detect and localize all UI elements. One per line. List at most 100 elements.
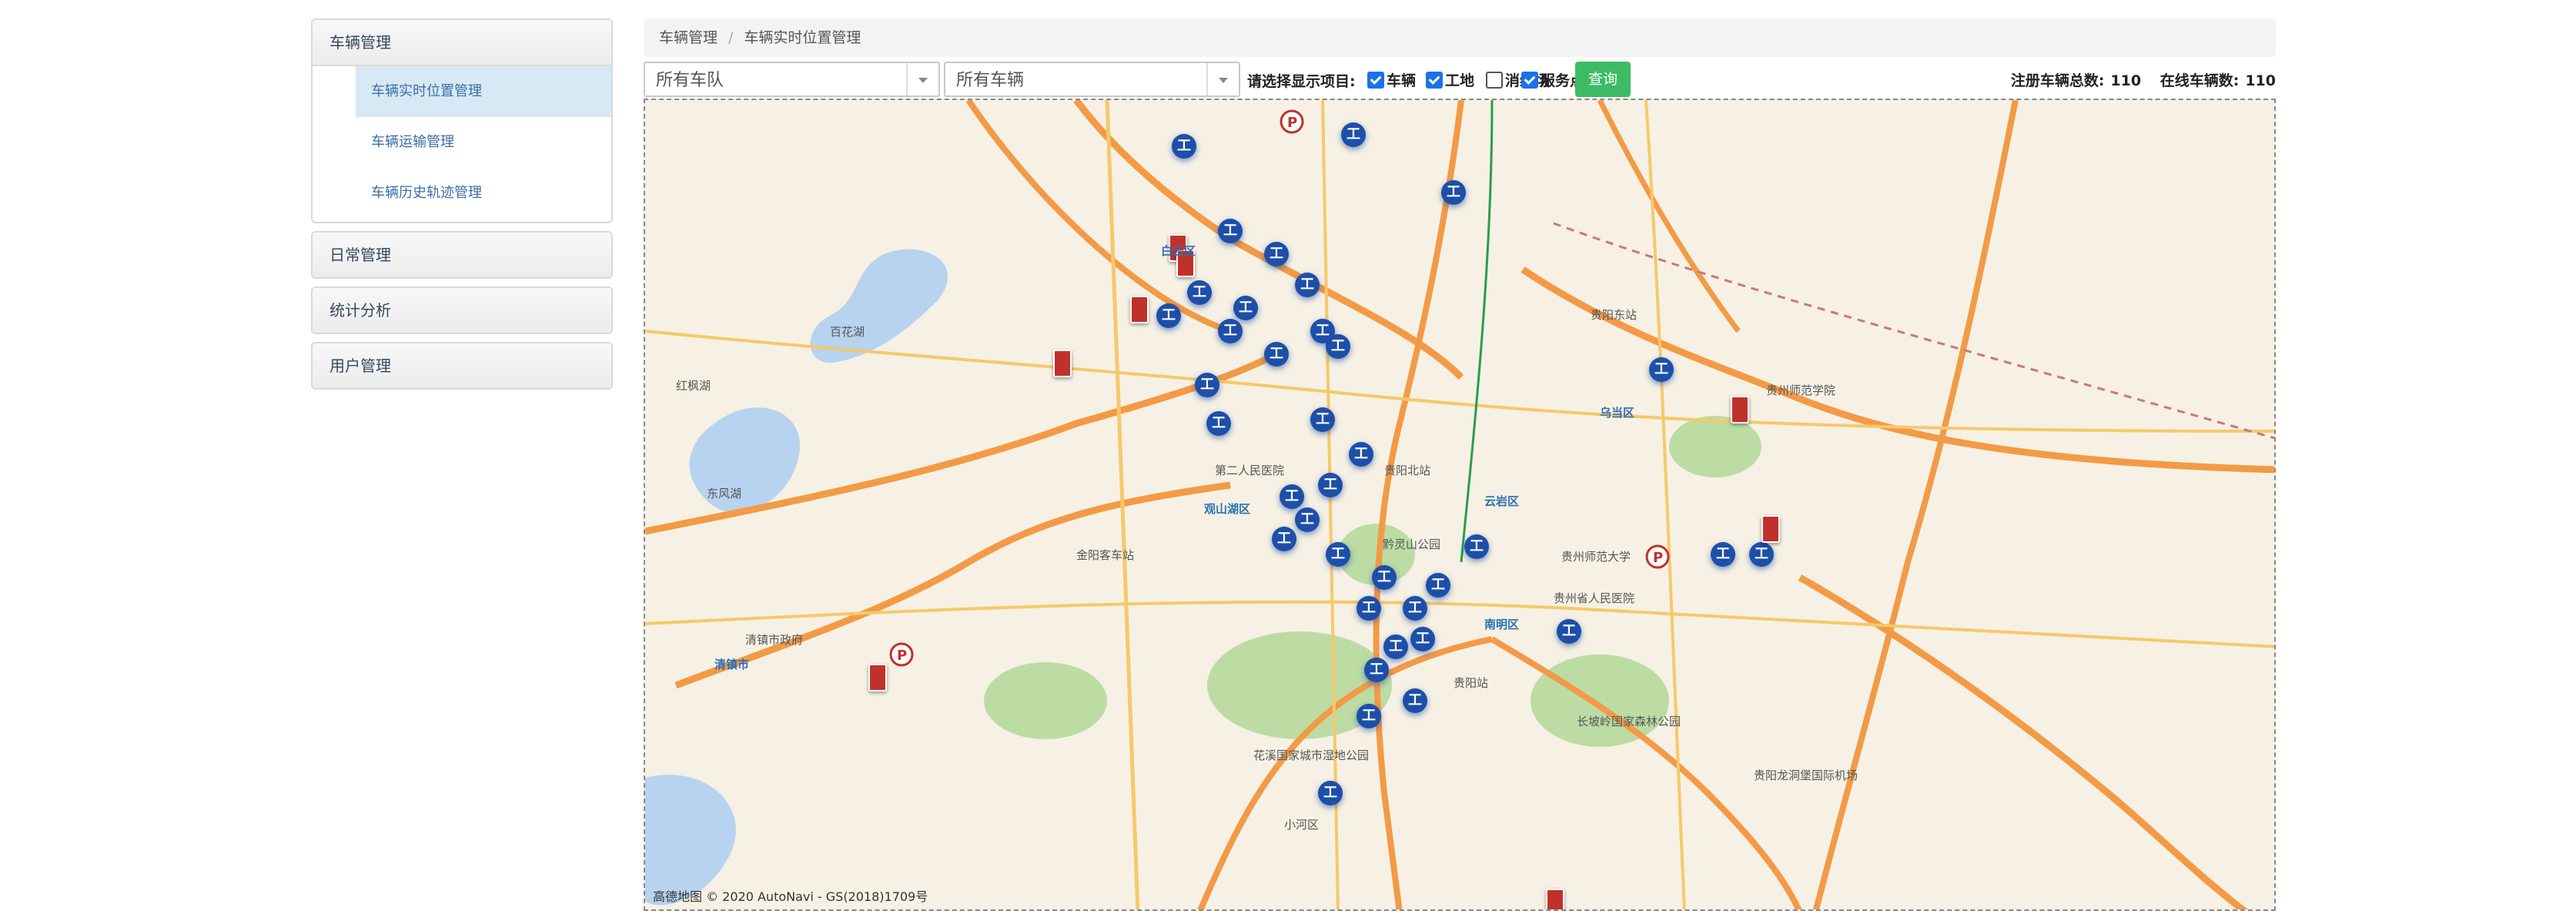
worksite-marker[interactable]: 工 xyxy=(1233,296,1258,320)
worksite-marker[interactable]: 工 xyxy=(1557,619,1581,644)
map-label: 贵阳北站 xyxy=(1384,464,1431,477)
panel-daily-management: 日常管理 xyxy=(311,231,613,279)
breadcrumb-current: 车辆实时位置管理 xyxy=(744,29,861,46)
worksite-marker[interactable]: 工 xyxy=(1172,134,1196,159)
checkbox-checked-icon[interactable] xyxy=(1367,71,1384,89)
map-label: 云岩区 xyxy=(1484,494,1520,508)
worksite-marker[interactable]: 工 xyxy=(1156,303,1181,328)
svg-text:P: P xyxy=(897,648,907,664)
vehicle-select-value: 所有车辆 xyxy=(956,71,1025,90)
worksite-marker[interactable]: 工 xyxy=(1326,334,1350,359)
worksite-marker[interactable]: 工 xyxy=(1357,596,1381,621)
worksite-marker[interactable]: 工 xyxy=(1310,407,1335,432)
checkbox-unchecked-icon[interactable] xyxy=(1486,71,1503,89)
checkbox-vehicle[interactable]: 车辆 xyxy=(1367,69,1416,90)
vehicle-marker[interactable] xyxy=(1731,396,1749,424)
panel-vehicle-management: 车辆管理 车辆实时位置管理 车辆运输管理 车辆历史轨迹管理 xyxy=(311,18,613,223)
worksite-marker[interactable]: 工 xyxy=(1295,273,1320,297)
map-label: 贵州省人民医院 xyxy=(1554,591,1635,605)
worksite-marker[interactable]: 工 xyxy=(1364,658,1389,682)
vehicle-marker[interactable] xyxy=(1546,889,1564,909)
map-label: 清镇市政府 xyxy=(745,633,804,647)
map-copyright: 高德地图 © 2020 AutoNavi - GS(2018)1709号 xyxy=(653,889,928,904)
worksite-marker[interactable]: 工 xyxy=(1403,688,1427,713)
breadcrumb-root[interactable]: 车辆管理 xyxy=(659,29,718,46)
sidebar-item-realtime-location[interactable]: 车辆实时位置管理 xyxy=(356,66,611,117)
panel-user-management: 用户管理 xyxy=(311,342,613,390)
sidebar: 车辆管理 车辆实时位置管理 车辆运输管理 车辆历史轨迹管理 日常管理 统计分析 … xyxy=(311,18,613,397)
vehicle-marker[interactable] xyxy=(1130,296,1149,323)
map-label: 贵阳龙洞堡国际机场 xyxy=(1754,768,1858,782)
worksite-marker[interactable]: 工 xyxy=(1649,357,1674,382)
map-label: 乌当区 xyxy=(1600,406,1635,420)
map-label: 贵阳东站 xyxy=(1591,308,1638,322)
map-label: 金阳客车站 xyxy=(1076,548,1135,562)
map-label: 白云区 xyxy=(1161,244,1196,258)
panel-head-daily-management[interactable]: 日常管理 xyxy=(313,233,611,277)
worksite-marker[interactable]: 工 xyxy=(1295,507,1320,532)
vehicle-marker[interactable] xyxy=(868,664,887,691)
toolbar: 所有车队 所有车辆 请选择显示项目: 车辆 工地 消纳场 服务点 查询 注册车辆… xyxy=(644,60,2276,100)
worksite-marker[interactable]: 工 xyxy=(1410,627,1435,651)
worksite-marker[interactable]: 工 xyxy=(1195,373,1219,397)
panel-statistics: 统计分析 xyxy=(311,286,613,334)
worksite-marker[interactable]: 工 xyxy=(1426,573,1450,598)
worksite-marker[interactable]: 工 xyxy=(1357,704,1381,728)
worksite-marker[interactable]: 工 xyxy=(1206,411,1231,436)
worksite-marker[interactable]: 工 xyxy=(1264,342,1289,367)
worksite-marker[interactable]: 工 xyxy=(1711,542,1735,567)
worksite-marker[interactable]: 工 xyxy=(1218,219,1243,243)
vehicle-marker[interactable] xyxy=(1053,350,1072,377)
map-label: 南明区 xyxy=(1484,618,1520,631)
worksite-marker[interactable]: 工 xyxy=(1326,542,1350,567)
map-base-layer: P P P xyxy=(645,100,2274,909)
panel-head-vehicle-management[interactable]: 车辆管理 xyxy=(313,20,611,66)
worksite-marker[interactable]: 工 xyxy=(1341,122,1366,147)
breadcrumb: 车辆管理 / 车辆实时位置管理 xyxy=(644,18,2276,57)
main-content: 车辆管理/车辆实时位置管理 所有车队 所有车辆 请选择显示项目: 车辆 工地 消… xyxy=(644,18,2276,100)
checkbox-checked-icon[interactable] xyxy=(1426,71,1443,89)
map-label: 百花湖 xyxy=(830,325,865,339)
worksite-marker[interactable]: 工 xyxy=(1218,319,1243,343)
map-label: 贵州师范学院 xyxy=(1766,383,1836,397)
worksite-marker[interactable]: 工 xyxy=(1272,527,1296,551)
worksite-marker[interactable]: 工 xyxy=(1403,596,1427,621)
chevron-down-icon xyxy=(906,63,938,95)
panel-head-statistics[interactable]: 统计分析 xyxy=(313,288,611,333)
worksite-marker[interactable]: 工 xyxy=(1349,442,1373,467)
online-value: 110 xyxy=(2245,72,2276,89)
sidebar-item-history-track[interactable]: 车辆历史轨迹管理 xyxy=(313,168,611,219)
svg-text:P: P xyxy=(1287,115,1297,131)
query-button[interactable]: 查询 xyxy=(1575,62,1631,97)
checkbox-worksite[interactable]: 工地 xyxy=(1426,69,1474,90)
map-label: 贵阳站 xyxy=(1454,676,1489,690)
svg-text:P: P xyxy=(1653,550,1663,566)
online-label: 在线车辆数: xyxy=(2159,72,2240,89)
fleet-select-value: 所有车队 xyxy=(656,71,724,90)
worksite-marker[interactable]: 工 xyxy=(1318,781,1343,805)
worksite-marker[interactable]: 工 xyxy=(1280,484,1304,509)
registered-value: 110 xyxy=(2110,72,2142,89)
vehicle-marker[interactable] xyxy=(1761,515,1780,543)
worksite-marker[interactable]: 工 xyxy=(1372,565,1397,590)
worksite-marker[interactable]: 工 xyxy=(1383,634,1408,659)
checkbox-worksite-label: 工地 xyxy=(1445,72,1475,89)
worksite-marker[interactable]: 工 xyxy=(1187,280,1212,305)
worksite-marker[interactable]: 工 xyxy=(1749,542,1774,567)
worksite-marker[interactable]: 工 xyxy=(1464,534,1489,559)
map-label: 长坡岭国家森林公园 xyxy=(1577,715,1681,728)
service-point-marker[interactable]: P xyxy=(889,642,914,667)
worksite-marker[interactable]: 工 xyxy=(1441,180,1466,205)
map-label: 黔灵山公园 xyxy=(1383,537,1441,551)
worksite-marker[interactable]: 工 xyxy=(1318,473,1343,497)
service-point-marker[interactable]: P xyxy=(1645,544,1670,569)
map-canvas[interactable]: P P P 工工工工工工工工工工工工工工工工工工工工工工工工工工工工工工工工工工… xyxy=(644,99,2276,911)
sidebar-item-transport[interactable]: 车辆运输管理 xyxy=(313,117,611,168)
worksite-marker[interactable]: 工 xyxy=(1264,242,1289,266)
checkbox-checked-icon[interactable] xyxy=(1521,71,1538,89)
service-point-marker[interactable]: P xyxy=(1280,109,1304,134)
fleet-select[interactable]: 所有车队 xyxy=(644,62,940,97)
vehicle-select[interactable]: 所有车辆 xyxy=(944,62,1240,97)
panel-head-user-management[interactable]: 用户管理 xyxy=(313,343,611,388)
map-label: 第二人民医院 xyxy=(1215,464,1285,477)
